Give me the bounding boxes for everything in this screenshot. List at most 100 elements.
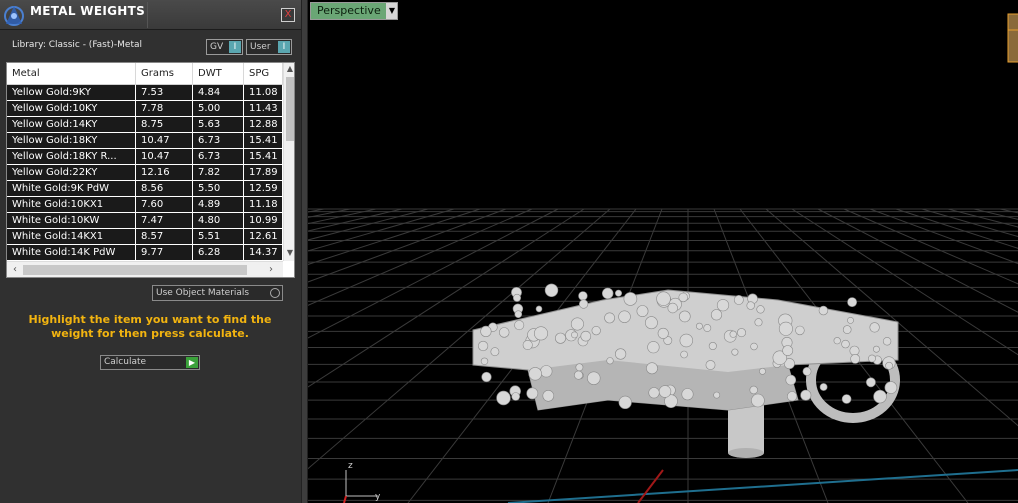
table-cell: 7.53	[136, 85, 193, 100]
table-cell: Yellow Gold:22KY	[7, 165, 136, 180]
table-cell: 14.37	[244, 245, 283, 260]
table-cell: White Gold:14K PdW	[7, 245, 136, 260]
scroll-right-icon[interactable]: ›	[265, 263, 277, 277]
viewport-canvas[interactable]: z y	[308, 0, 1018, 503]
vertical-scrollbar[interactable]: ▲ ▼	[283, 63, 294, 261]
table-cell: 5.51	[193, 229, 244, 244]
table-cell: 7.60	[136, 197, 193, 212]
scroll-left-icon[interactable]: ‹	[9, 263, 21, 277]
table-cell: 12.88	[244, 117, 283, 132]
column-header-spg[interactable]: SPG	[244, 63, 283, 85]
gv-toggle-label: GV	[210, 42, 224, 52]
axis-gizmo: z y	[343, 461, 381, 503]
table-cell: White Gold:14KX1	[7, 229, 136, 244]
view-selector[interactable]: Perspective ▼	[310, 2, 398, 20]
column-header-dwt[interactable]: DWT	[193, 63, 244, 85]
close-button[interactable]: X	[281, 8, 295, 22]
table-cell: 15.41	[244, 149, 283, 164]
table-cell: 5.00	[193, 101, 244, 116]
table-cell: 4.89	[193, 197, 244, 212]
scroll-up-icon[interactable]: ▲	[284, 63, 294, 75]
metal-table: Metal Grams DWT SPG Yellow Gold:9KY 7.53 4…	[6, 62, 295, 278]
use-object-materials-label: Use Object Materials	[156, 288, 250, 298]
table-cell: 7.78	[136, 101, 193, 116]
table-row[interactable]: White Gold:9K PdW 8.56 5.50 12.59	[7, 181, 283, 197]
table-cell: 8.75	[136, 117, 193, 132]
radio-icon[interactable]	[270, 288, 280, 298]
table-cell: 7.47	[136, 213, 193, 228]
table-cell: White Gold:9K PdW	[7, 181, 136, 196]
instruction-text: Highlight the item you want to find the …	[28, 313, 272, 340]
table-cell: Yellow Gold:10KY	[7, 101, 136, 116]
table-cell: 12.59	[244, 181, 283, 196]
table-row[interactable]: Yellow Gold:14KY 8.75 5.63 12.88	[7, 117, 283, 133]
table-cell: Yellow Gold:14KY	[7, 117, 136, 132]
calculate-label: Calculate	[104, 357, 147, 367]
table-cell: Yellow Gold:18KY R...	[7, 149, 136, 164]
table-cell: 11.18	[244, 197, 283, 212]
axis-z-label: z	[348, 461, 353, 471]
panel-title-bar[interactable]: METAL WEIGHTS X	[0, 0, 301, 30]
table-cell: 17.89	[244, 165, 283, 180]
app-logo-icon	[4, 6, 24, 26]
library-label: Library: Classic - (Fast)-Metal	[12, 40, 143, 50]
table-cell: White Gold:10KX1	[7, 197, 136, 212]
play-arrow-icon: ▶	[186, 357, 198, 368]
table-cell: 10.47	[136, 133, 193, 148]
column-header-grams[interactable]: Grams	[136, 63, 193, 85]
panel-title: METAL WEIGHTS	[30, 4, 146, 18]
table-cell: 15.41	[244, 133, 283, 148]
vertical-scroll-thumb[interactable]	[286, 77, 294, 141]
table-cell: 6.28	[193, 245, 244, 260]
table-cell: 6.73	[193, 133, 244, 148]
view-name-label[interactable]: Perspective	[311, 3, 386, 19]
table-cell: 12.61	[244, 229, 283, 244]
axis-y-label: y	[375, 492, 381, 502]
user-toggle[interactable]: User I	[246, 39, 292, 55]
table-row[interactable]: White Gold:14K PdW 9.77 6.28 14.37	[7, 245, 283, 261]
table-cell: 6.73	[193, 149, 244, 164]
table-row[interactable]: Yellow Gold:22KY 12.16 7.82 17.89	[7, 165, 283, 181]
table-cell: Yellow Gold:18KY	[7, 133, 136, 148]
pendant-model[interactable]	[472, 283, 900, 458]
table-row[interactable]: Yellow Gold:9KY 7.53 4.84 11.08	[7, 85, 283, 101]
table-cell: 8.57	[136, 229, 193, 244]
table-cell: 9.77	[136, 245, 193, 260]
table-cell: 12.16	[136, 165, 193, 180]
user-toggle-indicator: I	[278, 41, 290, 53]
table-cell: 11.08	[244, 85, 283, 100]
table-cell: 4.84	[193, 85, 244, 100]
user-toggle-label: User	[250, 42, 271, 52]
panel-splitter[interactable]	[301, 0, 308, 503]
table-header: Metal Grams DWT SPG	[7, 63, 283, 85]
table-cell: White Gold:10KW	[7, 213, 136, 228]
table-cell: 7.82	[193, 165, 244, 180]
table-cell: 10.99	[244, 213, 283, 228]
table-row[interactable]: White Gold:10KX1 7.60 4.89 11.18	[7, 197, 283, 213]
table-cell: 11.43	[244, 101, 283, 116]
table-cell: 10.47	[136, 149, 193, 164]
calculate-button[interactable]: Calculate ▶	[100, 355, 200, 370]
table-row[interactable]: Yellow Gold:18KY R... 10.47 6.73 15.41	[7, 149, 283, 165]
scroll-down-icon[interactable]: ▼	[284, 247, 294, 259]
use-object-materials-option[interactable]: Use Object Materials	[152, 285, 283, 301]
column-header-metal[interactable]: Metal	[7, 63, 136, 85]
title-separator	[147, 2, 148, 28]
table-row[interactable]: Yellow Gold:18KY 10.47 6.73 15.41	[7, 133, 283, 149]
table-cell: 8.56	[136, 181, 193, 196]
table-row[interactable]: White Gold:10KW 7.47 4.80 10.99	[7, 213, 283, 229]
table-cell: 5.63	[193, 117, 244, 132]
view-cube-icon[interactable]	[1007, 13, 1018, 63]
horizontal-scrollbar[interactable]: ‹ ›	[7, 261, 283, 277]
table-cell: 5.50	[193, 181, 244, 196]
table-body: Yellow Gold:9KY 7.53 4.84 11.08 Yellow Gold:…	[7, 85, 283, 261]
table-cell: Yellow Gold:9KY	[7, 85, 136, 100]
perspective-viewport[interactable]: z y Perspective ▼	[308, 0, 1018, 503]
gv-toggle[interactable]: GV I	[206, 39, 243, 55]
horizontal-scroll-thumb[interactable]	[23, 265, 247, 275]
table-row[interactable]: Yellow Gold:10KY 7.78 5.00 11.43	[7, 101, 283, 117]
table-cell: 4.80	[193, 213, 244, 228]
metal-weights-panel: METAL WEIGHTS X Library: Classic - (Fast…	[0, 0, 301, 503]
table-row[interactable]: White Gold:14KX1 8.57 5.51 12.61	[7, 229, 283, 245]
chevron-down-icon[interactable]: ▼	[387, 3, 397, 19]
